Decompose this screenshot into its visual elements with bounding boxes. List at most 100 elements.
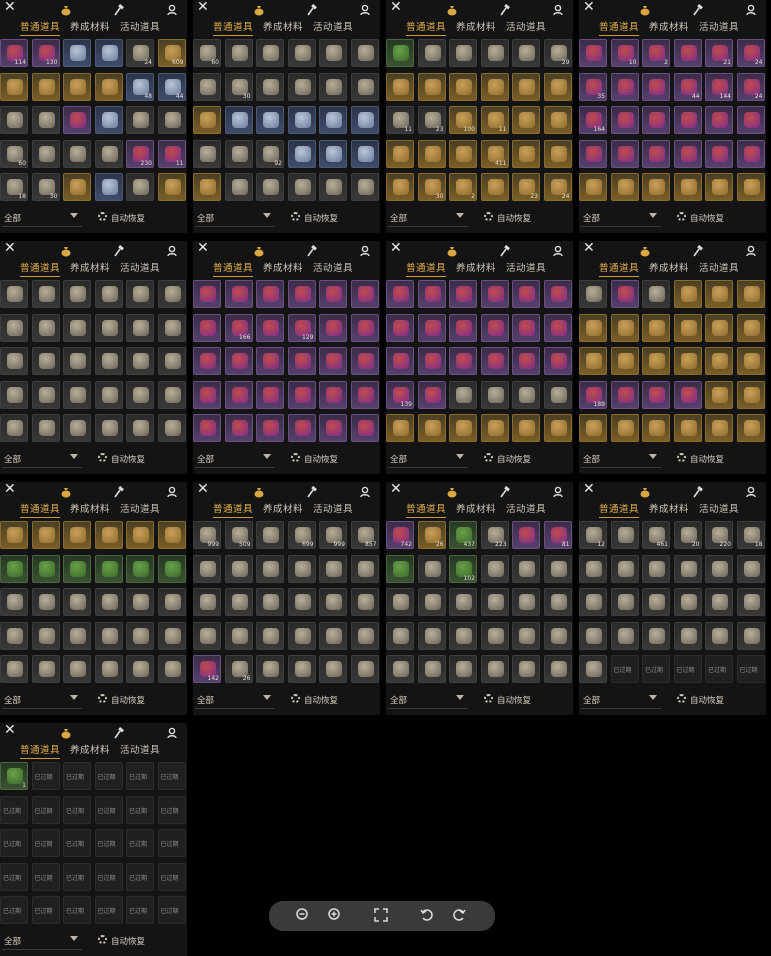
item-slot[interactable]: 30 — [31, 173, 60, 202]
item-slot[interactable]: 11 — [386, 106, 414, 135]
hammer-icon[interactable] — [692, 483, 704, 498]
item-slot[interactable]: 220 — [705, 521, 733, 549]
item-slot[interactable] — [224, 588, 253, 617]
item-slot[interactable] — [449, 588, 477, 617]
item-slot[interactable]: 18 — [736, 521, 765, 549]
item-slot[interactable] — [417, 621, 446, 650]
item-slot[interactable] — [0, 313, 28, 342]
filter-dropdown[interactable]: 全部 — [388, 692, 468, 709]
item-slot[interactable] — [0, 621, 28, 650]
item-slot[interactable] — [512, 621, 540, 650]
item-slot[interactable] — [319, 313, 347, 342]
item-slot[interactable] — [417, 72, 446, 101]
item-slot[interactable] — [350, 380, 379, 409]
item-slot[interactable] — [126, 280, 154, 308]
item-slot[interactable]: 11 — [157, 139, 186, 168]
item-slot[interactable] — [736, 621, 765, 650]
tab-growth-materials[interactable]: 养成材料 — [70, 260, 110, 274]
item-slot[interactable]: 102 — [449, 554, 477, 583]
item-slot[interactable] — [31, 521, 60, 549]
close-icon[interactable]: ✕ — [4, 482, 16, 498]
item-slot[interactable] — [256, 655, 284, 684]
item-slot[interactable] — [224, 106, 253, 135]
money-bag-icon[interactable] — [253, 242, 265, 257]
item-slot[interactable] — [193, 347, 221, 376]
item-slot[interactable] — [94, 521, 123, 549]
item-slot[interactable] — [157, 106, 186, 135]
item-slot[interactable] — [193, 588, 221, 617]
money-bag-icon[interactable] — [253, 483, 265, 498]
item-slot[interactable]: 2 — [449, 173, 477, 202]
item-slot[interactable] — [543, 72, 572, 101]
item-slot[interactable]: 461 — [642, 521, 670, 549]
item-slot[interactable] — [319, 655, 347, 684]
item-slot[interactable] — [350, 554, 379, 583]
item-slot[interactable] — [193, 621, 221, 650]
item-slot[interactable]: 100 — [449, 106, 477, 135]
item-slot[interactable] — [449, 313, 477, 342]
tab-event-items[interactable]: 活动道具 — [120, 260, 160, 274]
tab-common-items[interactable]: 普通道具 — [20, 742, 61, 759]
tab-event-items[interactable]: 活动道具 — [506, 501, 546, 515]
item-slot[interactable] — [642, 72, 670, 101]
user-icon[interactable] — [552, 483, 564, 498]
item-slot[interactable] — [31, 106, 60, 135]
item-slot[interactable]: 已过期 — [31, 862, 60, 891]
item-slot[interactable] — [319, 39, 347, 67]
item-slot[interactable] — [705, 347, 733, 376]
item-slot[interactable]: 20 — [673, 521, 702, 549]
item-slot[interactable] — [449, 621, 477, 650]
tab-event-items[interactable]: 活动道具 — [699, 19, 739, 33]
item-slot[interactable]: 166 — [224, 313, 253, 342]
item-slot[interactable] — [480, 280, 509, 308]
item-slot[interactable] — [610, 588, 639, 617]
item-slot[interactable]: 已过期 — [126, 762, 154, 790]
item-slot[interactable]: 已过期 — [63, 862, 91, 891]
item-slot[interactable] — [449, 72, 477, 101]
item-slot[interactable] — [287, 588, 316, 617]
item-slot[interactable] — [256, 347, 284, 376]
item-slot[interactable] — [63, 621, 91, 650]
tab-event-items[interactable]: 活动道具 — [506, 19, 546, 33]
item-slot[interactable] — [610, 621, 639, 650]
item-slot[interactable] — [512, 280, 540, 308]
close-icon[interactable]: ✕ — [197, 0, 209, 16]
item-slot[interactable] — [386, 72, 414, 101]
item-slot[interactable] — [543, 588, 572, 617]
auto-restore-button[interactable]: 自动恢复 — [96, 210, 182, 226]
item-slot[interactable]: 999 — [319, 521, 347, 549]
item-slot[interactable] — [386, 588, 414, 617]
item-slot[interactable] — [642, 414, 670, 443]
item-slot[interactable] — [350, 347, 379, 376]
item-slot[interactable]: 12 — [579, 521, 607, 549]
tab-growth-materials[interactable]: 养成材料 — [456, 19, 496, 33]
item-slot[interactable] — [63, 39, 91, 67]
hammer-icon[interactable] — [306, 483, 318, 498]
item-slot[interactable] — [673, 39, 702, 67]
item-slot[interactable] — [610, 106, 639, 135]
item-slot[interactable] — [31, 588, 60, 617]
item-slot[interactable]: 已过期 — [94, 762, 123, 790]
tab-growth-materials[interactable]: 养成材料 — [649, 19, 689, 33]
auto-restore-button[interactable]: 自动恢复 — [289, 692, 375, 708]
item-slot[interactable] — [126, 588, 154, 617]
item-slot[interactable]: 已过期 — [157, 762, 186, 790]
item-slot[interactable] — [319, 414, 347, 443]
item-slot[interactable] — [94, 106, 123, 135]
rotate-right-icon[interactable] — [451, 907, 467, 923]
item-slot[interactable] — [705, 139, 733, 168]
item-slot[interactable]: 11 — [480, 106, 509, 135]
item-slot[interactable] — [579, 280, 607, 308]
user-icon[interactable] — [359, 1, 371, 16]
item-slot[interactable]: 26 — [417, 521, 446, 549]
money-bag-icon[interactable] — [446, 242, 458, 257]
item-slot[interactable] — [94, 621, 123, 650]
item-slot[interactable] — [417, 39, 446, 67]
item-slot[interactable] — [256, 72, 284, 101]
item-slot[interactable] — [386, 139, 414, 168]
item-slot[interactable]: 已过期 — [63, 795, 91, 824]
item-slot[interactable] — [63, 347, 91, 376]
tab-growth-materials[interactable]: 养成材料 — [70, 19, 110, 33]
auto-restore-button[interactable]: 自动恢复 — [96, 692, 182, 708]
item-slot[interactable] — [31, 554, 60, 583]
